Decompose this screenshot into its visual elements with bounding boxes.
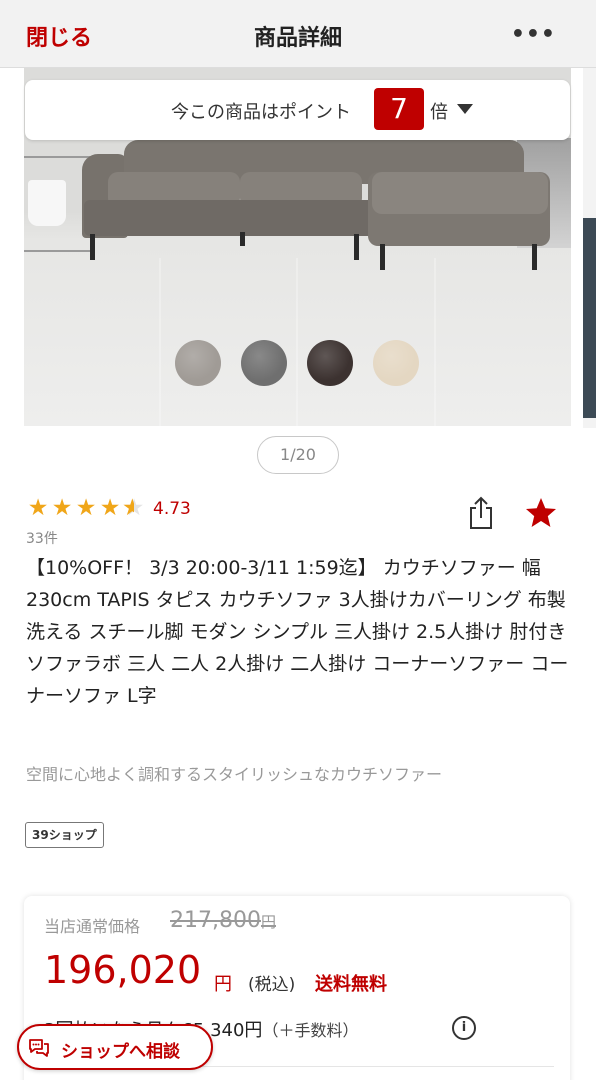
star-icon: ★ xyxy=(27,495,49,521)
caret-down-icon xyxy=(457,104,473,114)
tax-label: (税込) xyxy=(248,975,296,995)
sofa-leg xyxy=(354,234,359,260)
sofa-leg xyxy=(532,244,537,270)
sale-price: 196,020 xyxy=(44,948,202,992)
point-banner[interactable]: 今この商品はポイント 7 倍 xyxy=(25,80,570,140)
page-title: 商品詳細 xyxy=(253,26,342,51)
regular-price-label: 当店通常価格 xyxy=(44,917,141,936)
star-icon: ★ xyxy=(75,495,97,521)
favorite-star-icon[interactable] xyxy=(524,496,558,530)
regular-price-value: 217,800 xyxy=(170,908,261,933)
color-swatch-gray xyxy=(241,340,287,386)
sofa-leg xyxy=(90,234,95,260)
star-icon: ★ xyxy=(99,495,121,521)
star-icon: ★ xyxy=(51,495,73,521)
free-shipping-label: 送料無料 xyxy=(315,974,387,995)
rating-score[interactable]: 4.73 xyxy=(153,499,191,519)
shop-badge: 39ショップ xyxy=(25,822,104,848)
review-count[interactable]: 33件 xyxy=(26,528,58,548)
point-banner-text: 今この商品はポイント xyxy=(171,102,351,123)
consult-shop-button[interactable]: ショップへ相談 xyxy=(17,1024,213,1070)
floor-tiles xyxy=(24,258,571,426)
sofa-leg xyxy=(240,232,245,246)
point-suffix: 倍 xyxy=(430,102,448,123)
sofa-chaise-cushion xyxy=(372,172,548,214)
color-swatch-dark-brown xyxy=(307,340,353,386)
more-menu-icon[interactable]: ••• xyxy=(511,22,556,47)
chat-icon xyxy=(29,1039,49,1057)
product-title: 【10%OFF！ 3/3 20:00-3/11 1:59迄】 カウチソファー 幅… xyxy=(26,557,569,707)
catch-copy: 空間に心地よく調和するスタイリッシュなカウチソファー xyxy=(26,765,443,784)
consult-shop-label: ショップへ相談 xyxy=(61,1042,180,1062)
installment-fee: （＋手数料） xyxy=(262,1021,359,1040)
share-icon[interactable] xyxy=(467,496,495,530)
color-swatch-greige xyxy=(175,340,221,386)
info-icon[interactable]: i xyxy=(452,1016,476,1040)
app-header: 閉じる 商品詳細 ••• xyxy=(0,0,596,68)
sale-price-yen: 円 xyxy=(214,974,232,995)
regular-price: 217,800円 xyxy=(170,908,276,933)
next-image-preview xyxy=(583,218,596,418)
sofa-leg xyxy=(380,244,385,270)
half-star-icon: ★ xyxy=(122,494,146,522)
next-image-peek[interactable] xyxy=(583,68,596,428)
sofa-seat xyxy=(84,200,374,236)
regular-price-yen: 円 xyxy=(260,913,276,931)
image-pager: 1/20 xyxy=(257,436,339,474)
color-swatch-beige xyxy=(373,340,419,386)
point-multiplier: 7 xyxy=(374,88,424,130)
plant-pot xyxy=(28,180,66,226)
rating-stars[interactable]: ★ ★ ★ ★ ★ xyxy=(26,494,146,522)
